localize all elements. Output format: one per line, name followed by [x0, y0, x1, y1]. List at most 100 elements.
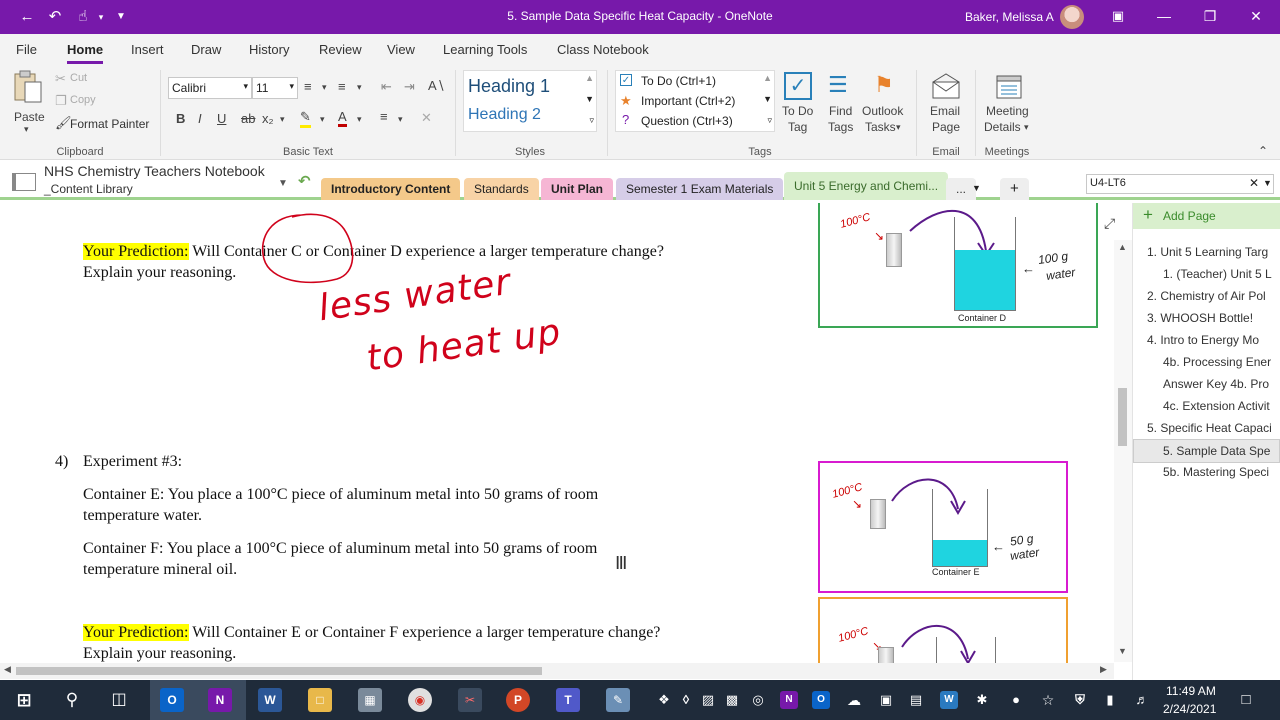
heading2-style[interactable]: Heading 2	[468, 106, 541, 124]
question-title[interactable]: Experiment #3:	[83, 451, 182, 472]
outlook-tasks-button[interactable]: ⚑ Outlook Tasks ▾	[860, 70, 910, 140]
explain-line-1[interactable]: Explain your reasoning.	[83, 262, 236, 283]
tab-learning-tools[interactable]: Learning Tools	[443, 42, 527, 57]
section-tab-semester-exam[interactable]: Semester 1 Exam Materials	[616, 178, 784, 200]
search-input[interactable]: U4-LT6	[1090, 177, 1126, 189]
edge-icon[interactable]: ◎	[746, 688, 770, 712]
outlook-icon[interactable]: O	[160, 688, 184, 712]
page-item[interactable]: 1. Unit 5 Learning Targ	[1147, 245, 1280, 259]
cut-button[interactable]: Cut	[70, 72, 87, 84]
section-tab-unit-plan[interactable]: Unit Plan	[541, 178, 614, 200]
snipping-tool-icon[interactable]: ✂	[458, 688, 482, 712]
add-page-button[interactable]: + Add Page	[1133, 203, 1280, 229]
container-f-line-1[interactable]: Container F: You place a 100°C piece of …	[83, 538, 597, 559]
email-page-button[interactable]: Email Page	[926, 70, 966, 140]
volume-icon[interactable]: ♬	[1130, 688, 1154, 712]
clear-formatting-icon[interactable]: A∖	[428, 78, 445, 94]
page-item[interactable]: 4. Intro to Energy Mo	[1147, 333, 1280, 347]
tab-insert[interactable]: Insert	[131, 42, 164, 57]
more-styles-icon[interactable]: ▿	[589, 115, 594, 126]
search-icon[interactable]: ⚲	[60, 688, 84, 712]
ribbon-display-icon[interactable]: ▣	[1108, 8, 1128, 24]
page-item[interactable]: 2. Chemistry of Air Pol	[1147, 289, 1280, 303]
close-icon[interactable]: ✕	[1246, 8, 1266, 25]
tray-app-icon[interactable]: ▨	[696, 688, 720, 712]
tray-app-icon[interactable]: ▤	[904, 688, 928, 712]
increase-indent-icon[interactable]: ⇥	[404, 79, 415, 95]
heading1-style[interactable]: Heading 1	[468, 76, 550, 97]
clock-time[interactable]: 11:49 AM	[1166, 684, 1216, 698]
app-icon[interactable]: ✎	[606, 688, 630, 712]
tab-history[interactable]: History	[249, 42, 289, 57]
font-color-icon[interactable]: A	[338, 109, 347, 127]
page-item[interactable]: 5. Specific Heat Capaci	[1147, 421, 1280, 435]
section-group-name[interactable]: _Content Library	[44, 182, 133, 196]
bluetooth-tray-icon[interactable]: ✱	[970, 688, 994, 712]
page-item[interactable]: 4c. Extension Activit	[1163, 399, 1280, 413]
tab-class-notebook[interactable]: Class Notebook	[557, 42, 649, 57]
italic-icon[interactable]: I	[198, 111, 202, 126]
chevron-down-icon[interactable]: ▾	[398, 114, 403, 125]
onenote-tray-icon[interactable]: N	[780, 691, 798, 709]
decrease-indent-icon[interactable]: ⇤	[381, 79, 392, 95]
file-explorer-icon[interactable]: □	[308, 688, 332, 712]
font-name-select[interactable]: Calibri ▾	[168, 77, 252, 99]
back-to-parent-icon[interactable]: ↶	[298, 172, 311, 190]
more-tags-icon[interactable]: ▿	[767, 115, 772, 126]
todo-tag-item[interactable]: To Do (Ctrl+1)	[641, 74, 716, 88]
vertical-scrollbar[interactable]: ▲ ▼	[1114, 240, 1132, 662]
page-item[interactable]: 4b. Processing Ener	[1163, 355, 1280, 369]
tray-app-icon[interactable]: ●	[1004, 688, 1028, 712]
onenote-icon[interactable]: N	[208, 688, 232, 712]
restore-icon[interactable]: ❐	[1200, 8, 1220, 25]
teams-icon[interactable]: T	[556, 688, 580, 712]
scroll-up-icon[interactable]: ▲	[1118, 242, 1127, 252]
scroll-thumb[interactable]	[1118, 388, 1127, 446]
tab-home[interactable]: Home	[67, 42, 104, 64]
paste-button[interactable]: Paste ▾	[10, 70, 46, 136]
prediction-line-1[interactable]: Your Prediction: Will Container C or Con…	[83, 241, 664, 262]
app-icon[interactable]: ▦	[358, 688, 382, 712]
copy-button[interactable]: Copy	[70, 94, 96, 106]
clear-search-icon[interactable]: ✕	[1249, 176, 1259, 190]
subscript-icon[interactable]: x₂	[262, 111, 274, 126]
question-tag-item[interactable]: Question (Ctrl+3)	[641, 114, 733, 128]
prediction-line-2[interactable]: Your Prediction: Will Container E or Con…	[83, 622, 660, 643]
scroll-up-icon[interactable]: ▲	[585, 73, 594, 83]
container-e-image[interactable]: 100°C ↘ ← 50 g water Container E	[818, 461, 1068, 593]
notifications-icon[interactable]: □	[1234, 688, 1258, 712]
scroll-up-icon[interactable]: ▲	[763, 73, 772, 83]
collapse-ribbon-icon[interactable]: ⌃	[1258, 144, 1268, 158]
search-box[interactable]: U4-LT6 ✕ ▼	[1086, 174, 1274, 194]
tab-file[interactable]: File	[16, 42, 37, 57]
chevron-down-icon[interactable]: ▼	[1263, 178, 1272, 188]
meeting-details-button[interactable]: Meeting Details ▾	[982, 70, 1036, 140]
explain-line-2[interactable]: Explain your reasoning.	[83, 643, 236, 663]
user-name[interactable]: Baker, Melissa A	[965, 10, 1054, 24]
container-e-line-1[interactable]: Container E: You place a 100°C piece of …	[83, 484, 598, 505]
important-tag-item[interactable]: Important (Ctrl+2)	[641, 94, 735, 108]
dropbox-icon[interactable]: ❖	[652, 688, 676, 712]
chevron-down-icon[interactable]: ▾	[357, 82, 362, 93]
battery-icon[interactable]: ▮	[1098, 688, 1122, 712]
word-icon[interactable]: W	[258, 688, 282, 712]
bold-icon[interactable]: B	[176, 111, 185, 126]
container-f-image[interactable]: 100°C ↘	[818, 597, 1068, 663]
tray-app-icon[interactable]: ▩	[720, 688, 744, 712]
avatar[interactable]	[1060, 5, 1084, 29]
chevron-down-icon[interactable]: ▾	[357, 114, 362, 125]
wifi-icon[interactable]: ☆	[1036, 688, 1060, 712]
scroll-down-icon[interactable]: ▼	[1118, 646, 1127, 656]
section-tab-unit5[interactable]: Unit 5 Energy and Chemi...	[784, 172, 949, 200]
highlight-icon[interactable]: ✎	[300, 109, 311, 128]
chevron-down-icon[interactable]: ▾	[280, 114, 285, 125]
outlook-tray-icon[interactable]: O	[812, 691, 830, 709]
section-tab-standards[interactable]: Standards	[464, 178, 539, 200]
scroll-left-icon[interactable]: ◀	[4, 664, 11, 675]
font-size-select[interactable]: 11 ▾	[252, 77, 298, 99]
page-item-selected[interactable]: 5. Sample Data Spe	[1133, 439, 1280, 463]
tab-draw[interactable]: Draw	[191, 42, 221, 57]
chevron-down-icon[interactable]: ▾	[320, 114, 325, 125]
container-f-line-2[interactable]: temperature mineral oil.	[83, 559, 237, 580]
container-d-image[interactable]: 100°C ↘ ← 100 g water Container D	[818, 203, 1098, 328]
